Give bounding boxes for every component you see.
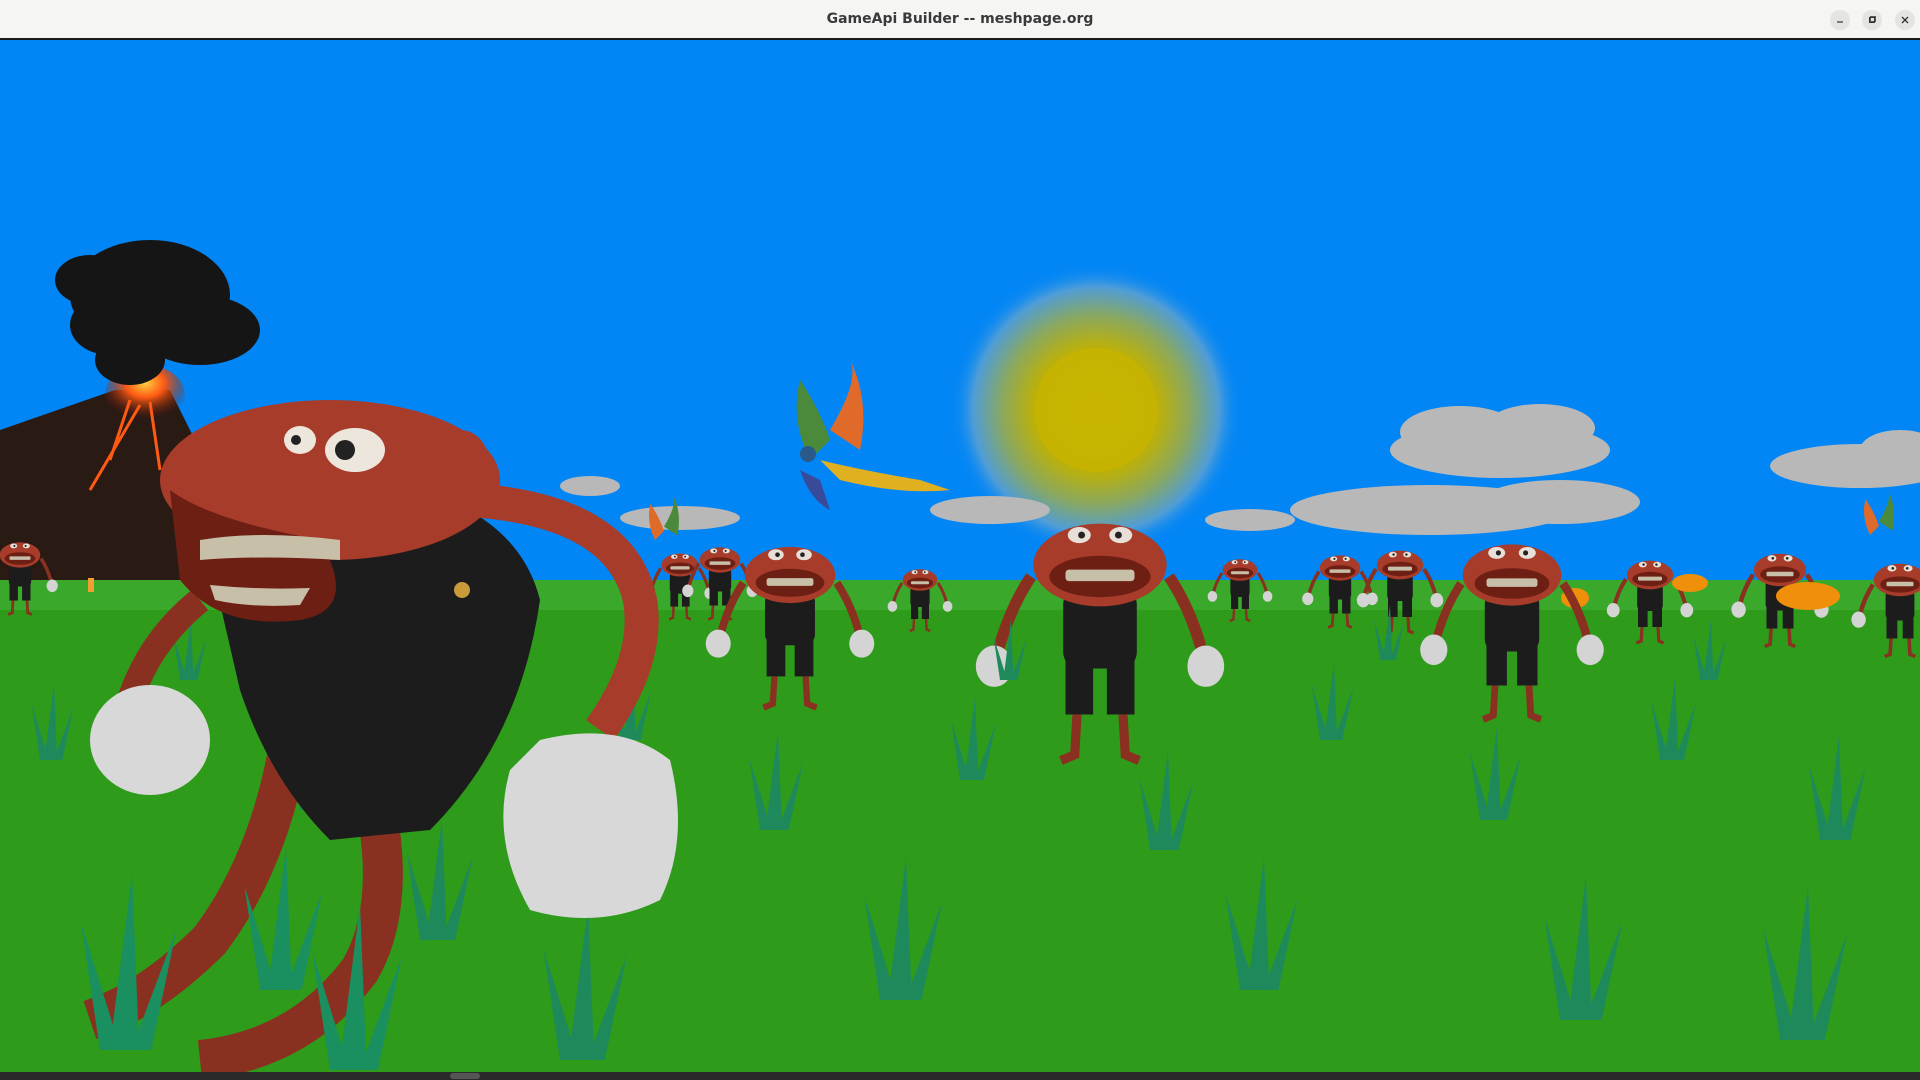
bottom-bar (0, 1072, 1920, 1080)
game-viewport[interactable] (0, 40, 1920, 1072)
maximize-icon (1869, 16, 1876, 23)
title-bar[interactable]: GameApi Builder -- meshpage.org (0, 0, 1920, 39)
close-button[interactable] (1895, 10, 1915, 30)
window-title: GameApi Builder -- meshpage.org (826, 11, 1094, 27)
maximize-button[interactable] (1862, 10, 1882, 30)
minimize-icon (1837, 21, 1843, 23)
game-window: GameApi Builder -- meshpage.org (0, 0, 1920, 1080)
close-icon (1901, 16, 1909, 24)
scene-canvas[interactable] (0, 40, 1920, 1072)
scroll-handle[interactable] (450, 1073, 480, 1079)
minimize-button[interactable] (1830, 10, 1850, 30)
